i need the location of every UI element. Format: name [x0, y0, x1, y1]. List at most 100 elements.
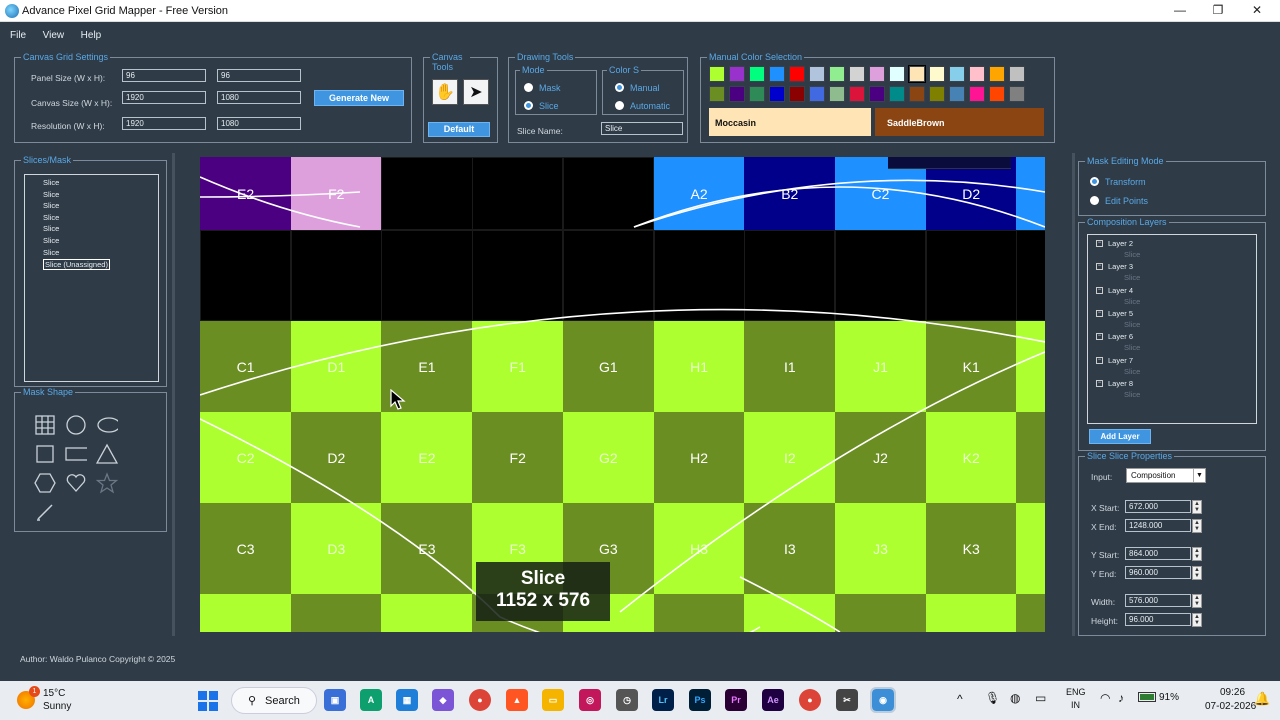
menu-view[interactable]: View [43, 30, 65, 41]
layer-item[interactable]: Layer 8 [1108, 379, 1133, 388]
collapse-icon[interactable]: − [1096, 240, 1103, 247]
pixel-grid-mapper-taskbar-icon[interactable]: ◉ [870, 687, 896, 713]
layer-item[interactable]: Layer 4 [1108, 286, 1133, 295]
hand-tool-button[interactable]: ✋ [432, 79, 458, 105]
list-item[interactable]: Slice [43, 248, 59, 257]
yend-input[interactable]: 960.000 [1125, 566, 1191, 579]
after-effects-icon[interactable]: Ae [762, 689, 784, 711]
ellipse-icon[interactable] [96, 414, 118, 436]
color-swatch[interactable] [908, 65, 926, 83]
primary-color-display[interactable]: Moccasin [709, 108, 871, 136]
collapse-icon[interactable]: − [1096, 356, 1103, 364]
weather-temp[interactable]: 15°C [43, 688, 65, 699]
color-swatch[interactable] [949, 66, 965, 82]
slices-list[interactable]: Slice Slice Slice Slice Slice Slice Slic… [24, 174, 159, 382]
color-swatch[interactable] [829, 86, 845, 102]
color-swatch[interactable] [789, 86, 805, 102]
photoshop-icon[interactable]: Ps [689, 689, 711, 711]
layer-item[interactable]: Layer 6 [1108, 332, 1133, 341]
width-input[interactable]: 576.000 [1125, 594, 1191, 607]
collapse-icon[interactable]: − [1096, 309, 1103, 317]
secondary-color-display[interactable]: SaddleBrown [875, 108, 1044, 136]
grid-canvas[interactable]: E2F2A2B2C2D2E2C1D1E1F1G1H1I1J1K1LC2D2E2F… [200, 157, 1045, 632]
color-swatch[interactable] [709, 86, 725, 102]
color-swatch[interactable] [889, 66, 905, 82]
color-swatch[interactable] [729, 86, 745, 102]
left-splitter[interactable] [172, 153, 175, 636]
panel-width-input[interactable]: 96 [122, 69, 206, 82]
wifi-icon[interactable]: ◠ [1100, 691, 1110, 705]
spinner-arrows-icon[interactable]: ▲ ▼ [1192, 594, 1202, 608]
list-item[interactable]: Slice [43, 224, 59, 233]
color-swatch[interactable] [849, 86, 865, 102]
slice-name-input[interactable]: Slice [601, 122, 683, 135]
layer-child-item[interactable]: Slice [1124, 250, 1140, 259]
list-item[interactable]: Slice [43, 213, 59, 222]
layer-item[interactable]: Layer 7 [1108, 356, 1133, 365]
default-button[interactable]: Default [428, 122, 490, 137]
grid-icon[interactable] [34, 414, 56, 436]
layer-child-item[interactable]: Slice [1124, 367, 1140, 376]
close-button[interactable]: ✕ [1247, 3, 1267, 19]
microphone-icon[interactable]: 🎙 [985, 691, 1000, 705]
generate-new-button[interactable]: Generate New [314, 90, 404, 106]
color-swatch[interactable] [989, 66, 1005, 82]
spinner-arrows-icon[interactable]: ▲ ▼ [1192, 613, 1202, 627]
copilot-icon[interactable]: ◆ [432, 689, 454, 711]
collapse-icon[interactable]: − [1096, 286, 1103, 294]
lightroom-icon[interactable]: Lr [652, 689, 674, 711]
battery-icon[interactable] [1138, 692, 1156, 702]
height-input[interactable]: 96.000 [1125, 613, 1191, 626]
selected-list-item[interactable]: Slice (Unassigned) [43, 259, 110, 270]
layer-child-item[interactable]: Slice [1124, 273, 1140, 282]
weather-condition[interactable]: Sunny [43, 701, 71, 712]
premiere-icon[interactable]: Pr [725, 689, 747, 711]
color-swatch[interactable] [789, 66, 805, 82]
slice-radio[interactable] [524, 101, 533, 110]
layer-child-item[interactable]: Slice [1124, 343, 1140, 352]
chevron-down-icon[interactable]: ▼ [1193, 469, 1205, 482]
photos-icon[interactable]: ◎ [579, 689, 601, 711]
chrome-icon[interactable]: ● [469, 689, 491, 711]
windows-start-icon[interactable] [198, 691, 218, 711]
triangle-icon[interactable] [96, 443, 118, 465]
rectangle-icon[interactable] [65, 443, 87, 465]
color-swatch[interactable] [849, 66, 865, 82]
collapse-icon[interactable]: − [1096, 379, 1103, 387]
color-swatch[interactable] [869, 86, 885, 102]
chrome-profile-icon[interactable]: ● [799, 689, 821, 711]
region-label[interactable]: IN [1071, 700, 1080, 710]
media-app-icon[interactable]: ▣ [324, 689, 346, 711]
chevron-up-icon[interactable]: ^ [957, 692, 963, 706]
battery-percent[interactable]: 91% [1159, 692, 1179, 703]
list-item[interactable]: Slice [43, 190, 59, 199]
color-swatch[interactable] [769, 66, 785, 82]
list-item[interactable]: Slice [43, 178, 59, 187]
collapse-icon[interactable]: − [1096, 333, 1103, 341]
menu-help[interactable]: Help [81, 30, 102, 41]
notification-bell-icon[interactable]: 🔔 [1254, 691, 1270, 707]
manual-radio[interactable] [615, 83, 624, 92]
panel-height-input[interactable]: 96 [217, 69, 301, 82]
layer-child-item[interactable]: Slice [1124, 320, 1140, 329]
star-icon[interactable] [96, 472, 118, 494]
clock-app-icon[interactable]: ◷ [616, 689, 638, 711]
color-swatch[interactable] [749, 86, 765, 102]
hexagon-icon[interactable] [34, 472, 56, 494]
ystart-input[interactable]: 864.000 [1125, 547, 1191, 560]
circle-icon[interactable] [65, 414, 87, 436]
layer-item[interactable]: Layer 3 [1108, 262, 1133, 271]
color-swatch[interactable] [749, 66, 765, 82]
pencil-icon[interactable] [34, 501, 56, 523]
canvas-height-input[interactable]: 1080 [217, 91, 301, 104]
display-icon[interactable]: ▭ [1035, 691, 1046, 705]
file-explorer-icon[interactable]: ▭ [542, 689, 564, 711]
layer-child-item[interactable]: Slice [1124, 297, 1140, 306]
layer-item[interactable]: Layer 2 [1108, 239, 1133, 248]
layers-tree[interactable]: − Layer 2 Slice − Layer 3 Slice − Layer 4 Slice −… [1087, 234, 1257, 424]
list-item[interactable]: Slice [43, 236, 59, 245]
spinner-arrows-icon[interactable]: ▲ ▼ [1192, 566, 1202, 580]
canvas-width-input[interactable]: 1920 [122, 91, 206, 104]
language-label[interactable]: ENG [1066, 687, 1086, 697]
list-item[interactable]: Slice [43, 201, 59, 210]
